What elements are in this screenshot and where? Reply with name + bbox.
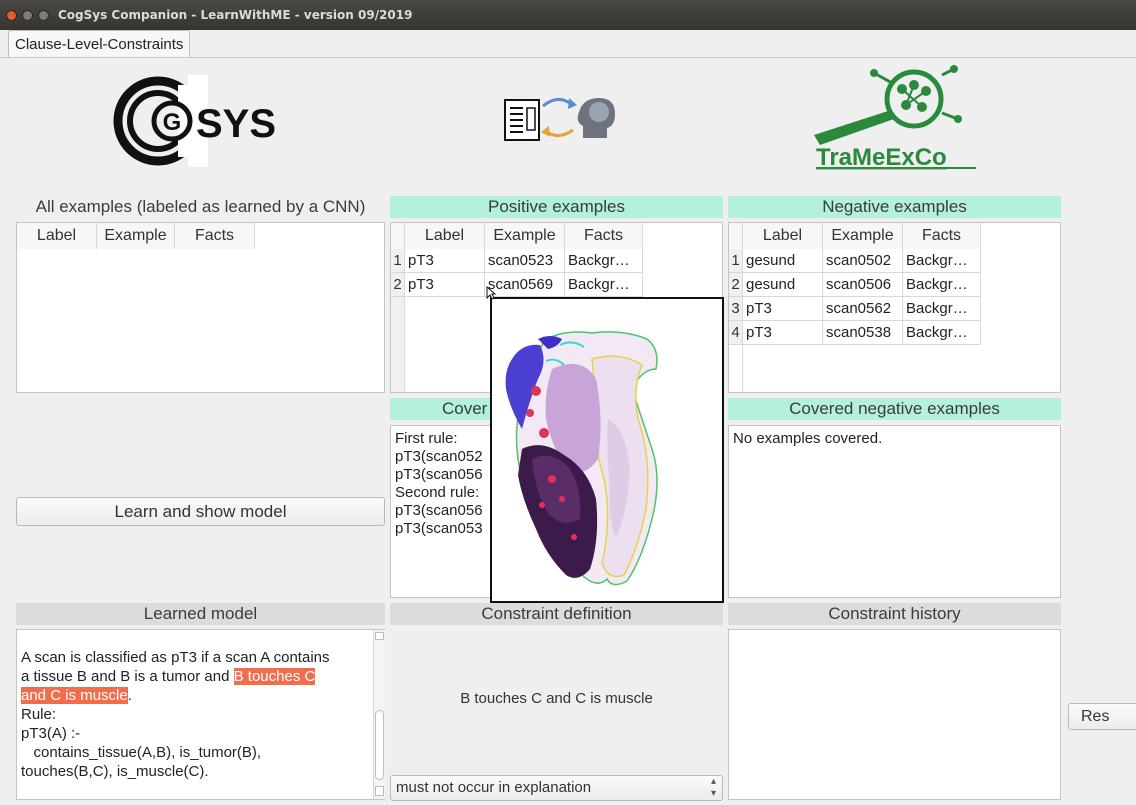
tab-divider [0, 57, 1136, 58]
row-number: 1 [391, 249, 405, 273]
cell-example[interactable]: scan0538 [823, 321, 903, 345]
cell-label[interactable]: gesund [743, 273, 823, 297]
column-header-example[interactable]: Example [485, 223, 565, 249]
cell-example[interactable]: scan0506 [823, 273, 903, 297]
trameexco-logo: TraMeExCo [812, 65, 982, 171]
row-header-filler [729, 345, 743, 392]
cogsys-logo-letter: G [163, 109, 182, 136]
covered-positive-title-text: Cover [442, 399, 488, 418]
constraint-definition-title: Constraint definition [390, 603, 723, 625]
cell-example[interactable]: scan0569 [485, 273, 565, 297]
scroll-down-arrow-icon[interactable] [375, 786, 384, 796]
cell-facts[interactable]: Backgr… [903, 273, 981, 297]
model-line: Rule: [21, 706, 57, 723]
cell-label[interactable]: gesund [743, 249, 823, 273]
cell-label[interactable]: pT3 [743, 321, 823, 345]
cogsys-logo-graphic: G SYS [113, 75, 276, 167]
window-title: CogSys Companion - LearnWithME - version… [58, 8, 413, 22]
row-number: 3 [729, 297, 743, 321]
maximize-window-button[interactable] [38, 10, 49, 21]
cell-label[interactable]: pT3 [405, 249, 485, 273]
covered-negative-examples-title: Covered negative examples [728, 398, 1061, 420]
cell-example[interactable]: scan0502 [823, 249, 903, 273]
scan-preview-popup [490, 297, 724, 603]
cell-example[interactable]: scan0562 [823, 297, 903, 321]
cell-facts[interactable]: Backgr… [903, 297, 981, 321]
column-header-label[interactable]: Label [743, 223, 823, 249]
constraint-history-box[interactable] [728, 629, 1061, 800]
window-titlebar: CogSys Companion - LearnWithME - version… [0, 0, 1136, 30]
row-number: 2 [391, 273, 405, 297]
scroll-up-arrow-icon[interactable] [375, 632, 384, 640]
learn-and-show-model-button[interactable]: Learn and show model [16, 497, 385, 526]
table-row[interactable]: 2 pT3 scan0569 Backgr… [391, 273, 643, 297]
model-text: a tissue B and B is a tumor and [21, 668, 234, 685]
constraint-history-title: Constraint history [728, 603, 1061, 625]
minimize-window-button[interactable] [22, 10, 33, 21]
model-text: . [127, 687, 132, 704]
cell-example[interactable]: scan0523 [485, 249, 565, 273]
close-window-button[interactable] [6, 10, 17, 21]
cell-label[interactable]: pT3 [743, 297, 823, 321]
cell-facts[interactable]: Backgr… [903, 321, 981, 345]
row-header-filler [391, 297, 405, 392]
highlighted-constraint-text[interactable]: and C is muscle [21, 687, 128, 704]
positive-examples-title: Positive examples [390, 196, 723, 218]
table-row[interactable]: 2 gesund scan0506 Backgr… [729, 273, 981, 297]
table-row[interactable]: 1 gesund scan0502 Backgr… [729, 249, 981, 273]
cogsys-logo-text: SYS [196, 102, 276, 146]
model-line: and C is muscle. [21, 686, 380, 705]
tab-clause-level-constraints[interactable]: Clause-Level-Constraints [8, 30, 191, 57]
constraint-mode-select-value: must not occur in explanation [396, 779, 592, 796]
cell-facts[interactable]: Backgr… [565, 249, 643, 273]
model-line: a tissue B and B is a tumor and B touche… [21, 667, 380, 686]
negative-examples-table[interactable]: Label Example Facts 1 gesund scan0502 Ba… [728, 222, 1061, 393]
cell-label[interactable]: pT3 [405, 273, 485, 297]
table-header: Label Example Facts [729, 223, 981, 249]
select-updown-icon: ▴ ▾ [710, 776, 716, 799]
all-examples-table[interactable]: Label Example Facts [16, 222, 385, 393]
model-line: touches(B,C), is_muscle(C). [21, 763, 209, 780]
column-header-label[interactable]: Label [17, 223, 97, 249]
column-header-facts[interactable]: Facts [175, 223, 255, 249]
negative-examples-title: Negative examples [728, 196, 1061, 218]
table-row[interactable]: 3 pT3 scan0562 Backgr… [729, 297, 981, 321]
column-header-label[interactable]: Label [405, 223, 485, 249]
table-row[interactable]: 1 pT3 scan0523 Backgr… [391, 249, 643, 273]
table-corner [729, 223, 743, 249]
mouse-pointer-icon [486, 285, 497, 300]
row-number: 1 [729, 249, 743, 273]
column-header-example[interactable]: Example [823, 223, 903, 249]
reset-button[interactable]: Res [1068, 703, 1136, 730]
row-number: 2 [729, 273, 743, 297]
covered-negative-text: No examples covered. [733, 430, 883, 447]
table-header: Label Example Facts [391, 223, 643, 249]
column-header-facts[interactable]: Facts [903, 223, 981, 249]
table-row[interactable]: 4 pT3 scan0538 Backgr… [729, 321, 981, 345]
table-corner [391, 223, 405, 249]
cogsys-logo: G SYS [112, 75, 292, 167]
vertical-scrollbar[interactable] [373, 630, 385, 799]
model-line: A scan is classified as pT3 if a scan A … [21, 649, 330, 666]
covered-negative-examples-box[interactable]: No examples covered. [728, 425, 1061, 598]
column-header-example[interactable]: Example [97, 223, 175, 249]
learned-model-text[interactable]: A scan is classified as pT3 if a scan A … [16, 629, 385, 800]
highlighted-constraint-text[interactable]: B touches C [233, 668, 316, 685]
column-header-facts[interactable]: Facts [565, 223, 643, 249]
constraint-mode-select[interactable]: must not occur in explanation ▴ ▾ [390, 775, 723, 801]
constraint-definition-text: B touches C and C is muscle [460, 690, 653, 707]
table-header: Label Example Facts [17, 223, 255, 249]
trameexco-logo-text: TraMeExCo [816, 144, 947, 171]
tissue-scan-image [505, 331, 658, 586]
all-examples-title: All examples (labeled as learned by a CN… [35, 197, 366, 216]
cell-facts[interactable]: Backgr… [565, 273, 643, 297]
learning-cycle-icon [503, 92, 623, 144]
model-line: pT3(A) :- [21, 725, 81, 742]
row-number: 4 [729, 321, 743, 345]
learned-model-title: Learned model [16, 603, 385, 625]
cell-facts[interactable]: Backgr… [903, 249, 981, 273]
scrollbar-thumb[interactable] [375, 710, 384, 780]
model-line: contains_tissue(A,B), is_tumor(B), [21, 744, 262, 761]
